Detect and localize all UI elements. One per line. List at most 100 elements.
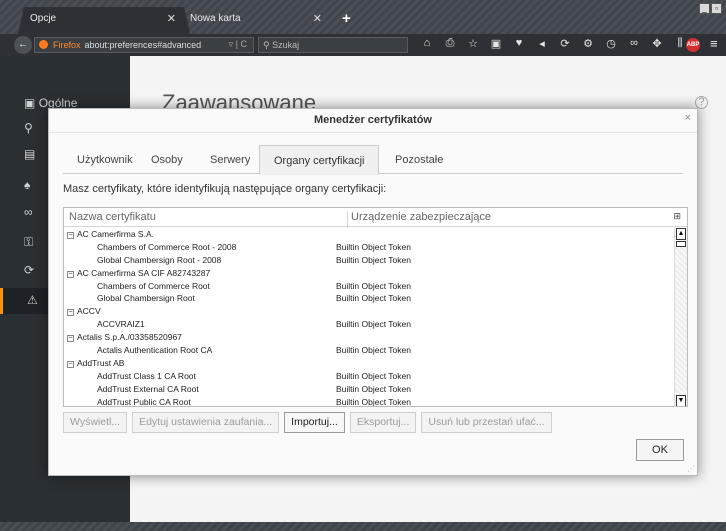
tab-servers[interactable]: Serwery xyxy=(196,145,264,174)
tree-row-certificate[interactable]: AddTrust Public CA Root Builtin Object T… xyxy=(64,396,676,407)
bars-icon[interactable]: ⫼ xyxy=(673,37,687,50)
tree-scrollbar[interactable]: ▲ ▼ xyxy=(674,228,687,406)
url-bar[interactable]: Firefox about:preferences#advanced ▿ | C xyxy=(34,37,254,53)
close-icon[interactable]: ✕ xyxy=(313,12,322,25)
sidebar-item-sync[interactable]: ⟳ xyxy=(24,263,34,277)
sidebar-item-search[interactable]: ⚲ xyxy=(24,121,33,135)
close-icon[interactable]: ✕ xyxy=(167,12,176,25)
tree-row-certificate[interactable]: Actalis Authentication Root CA Builtin O… xyxy=(64,344,676,357)
home-icon[interactable]: ⌂ xyxy=(420,37,434,50)
library-icon[interactable]: ▣ xyxy=(489,37,503,50)
mask-icon[interactable]: ∞ xyxy=(627,37,641,50)
scrollbar-thumb[interactable] xyxy=(676,241,686,247)
row-device: Builtin Object Token xyxy=(336,396,411,407)
title-bar: Opcje ✕ Nowa karta ✕ + _ ▫ xyxy=(0,0,726,34)
certificate-tree[interactable]: Nazwa certyfikatu Urządzenie zabezpiecza… xyxy=(63,207,688,407)
close-icon[interactable]: × xyxy=(685,112,691,124)
window-bottom-edge xyxy=(0,522,726,531)
gear-icon[interactable]: ⚙ xyxy=(581,37,595,50)
row-name: AC Camerfirma SA CIF A82743287 xyxy=(77,267,211,278)
collapse-toggle[interactable]: − xyxy=(67,335,74,343)
export-button[interactable]: Eksportuj... xyxy=(349,412,417,433)
tree-row-group[interactable]: − AC Camerfirma SA CIF A82743287 xyxy=(64,267,676,280)
collapse-toggle[interactable]: − xyxy=(67,309,74,317)
delete-button[interactable]: Usuń lub przestań ufać... xyxy=(421,412,552,433)
view-button[interactable]: Wyświetl... xyxy=(63,412,128,433)
tab-opcje[interactable]: Opcje ✕ xyxy=(18,7,190,34)
tree-rows: − AC Camerfirma S.A. Chambers of Commerce… xyxy=(64,228,676,407)
certificate-actions: Wyświetl... Edytuj ustawienia zaufania..… xyxy=(63,412,552,433)
resize-grip-icon[interactable]: ⋰ xyxy=(687,464,695,473)
scroll-down-icon[interactable]: ▼ xyxy=(676,395,686,406)
tab-others[interactable]: Pozostałe xyxy=(381,145,457,174)
sidebar-item-applications[interactable]: ♠ xyxy=(24,178,30,192)
content-icon: ▤ xyxy=(24,147,36,161)
tab-your-certificates[interactable]: Użytkownik xyxy=(63,145,147,174)
sync-icon[interactable]: ⟳ xyxy=(558,37,572,50)
row-name: Chambers of Commerce Root xyxy=(97,280,210,291)
sidebar-item-security[interactable]: ⚿ xyxy=(24,235,33,250)
tree-row-group[interactable]: − AddTrust AB xyxy=(64,357,676,370)
row-name: Global Chambersign Root xyxy=(97,293,195,304)
sidebar-item-content[interactable]: ▤ xyxy=(24,147,35,161)
row-device: Builtin Object Token xyxy=(336,383,411,394)
intro-text: Masz certyfikaty, które identyfikują nas… xyxy=(63,183,387,195)
row-name: Actalis Authentication Root CA xyxy=(97,345,213,356)
menu-icon[interactable]: ≡ xyxy=(710,36,718,51)
pocket-icon[interactable]: ♥ xyxy=(512,37,526,50)
tree-header: Nazwa certyfikatu Urządzenie zabezpiecza… xyxy=(64,208,687,228)
minimize-button[interactable]: _ xyxy=(699,3,710,14)
row-name: AddTrust External CA Root xyxy=(97,383,199,394)
print-icon[interactable]: ⎙ xyxy=(443,37,457,50)
scroll-up-icon[interactable]: ▲ xyxy=(676,228,686,240)
collapse-toggle[interactable]: − xyxy=(67,270,74,278)
tree-row-certificate[interactable]: Global Chambersign Root Builtin Object T… xyxy=(64,292,676,305)
ok-button[interactable]: OK xyxy=(636,439,684,461)
edit-trust-button[interactable]: Edytuj ustawienia zaufania... xyxy=(132,412,280,433)
tab-authorities[interactable]: Organy certyfikacji xyxy=(259,145,380,175)
sidebar-item-privacy[interactable]: ∞ xyxy=(24,205,33,219)
window-controls: _ ▫ xyxy=(699,3,722,14)
back-button[interactable]: ← xyxy=(14,36,32,54)
column-header-name[interactable]: Nazwa certyfikatu xyxy=(69,211,156,223)
advanced-icon: ⚠ xyxy=(27,293,38,307)
sync-icon: ⟳ xyxy=(24,263,35,277)
adblock-icon[interactable]: ABP xyxy=(686,38,700,52)
bookmark-icon[interactable]: ☆ xyxy=(466,37,480,50)
row-name: Global Chambersign Root - 2008 xyxy=(97,254,222,265)
row-device: Builtin Object Token xyxy=(336,293,411,304)
send-icon[interactable]: ◂ xyxy=(535,37,549,50)
row-name: Chambers of Commerce Root - 2008 xyxy=(97,241,237,252)
tree-row-certificate[interactable]: Global Chambersign Root - 2008 Builtin O… xyxy=(64,254,676,267)
tab-people[interactable]: Osoby xyxy=(137,145,197,174)
tree-row-certificate[interactable]: Chambers of Commerce Root Builtin Object… xyxy=(64,280,676,293)
import-button[interactable]: Importuj... xyxy=(284,412,345,433)
maximize-button[interactable]: ▫ xyxy=(711,3,722,14)
row-name: Actalis S.p.A./03358520967 xyxy=(77,332,182,343)
collapse-toggle[interactable]: − xyxy=(67,360,74,368)
tree-row-group[interactable]: − Actalis S.p.A./03358520967 xyxy=(64,331,676,344)
row-name: AC Camerfirma S.A. xyxy=(77,229,154,239)
tree-row-certificate[interactable]: AddTrust External CA Root Builtin Object… xyxy=(64,383,676,396)
general-icon: ▣ xyxy=(24,96,36,110)
tab-label: Opcje xyxy=(30,13,57,24)
reload-icon[interactable]: ▿ | C xyxy=(229,39,247,50)
row-device: Builtin Object Token xyxy=(336,254,411,265)
tree-row-certificate[interactable]: Chambers of Commerce Root - 2008 Builtin… xyxy=(64,241,676,254)
security-icon: ⚿ xyxy=(24,235,34,249)
history-icon[interactable]: ◷ xyxy=(604,37,618,50)
tree-row-certificate[interactable]: ACCVRAIZ1 Builtin Object Token xyxy=(64,318,676,331)
collapse-toggle[interactable]: − xyxy=(67,232,74,239)
search-input[interactable]: ⚲ Szukaj xyxy=(258,37,408,53)
tab-nowa-karta[interactable]: Nowa karta ✕ xyxy=(178,7,326,34)
row-name: ACCV xyxy=(77,306,101,317)
tree-row-certificate[interactable]: AddTrust Class 1 CA Root Builtin Object … xyxy=(64,370,676,383)
tree-row-group[interactable]: − ACCV xyxy=(64,305,676,318)
new-tab-button[interactable]: + xyxy=(342,10,351,27)
puzzle-icon[interactable]: ✥ xyxy=(650,37,664,50)
column-header-device[interactable]: Urządzenie zabezpieczające xyxy=(347,211,491,228)
column-picker-icon[interactable]: ⊞ xyxy=(673,211,681,222)
dialog-title: Menedżer certyfikatów xyxy=(49,109,697,133)
url-text: about:preferences#advanced xyxy=(84,40,202,50)
tree-row-group[interactable]: − AC Camerfirma S.A. xyxy=(64,228,676,241)
